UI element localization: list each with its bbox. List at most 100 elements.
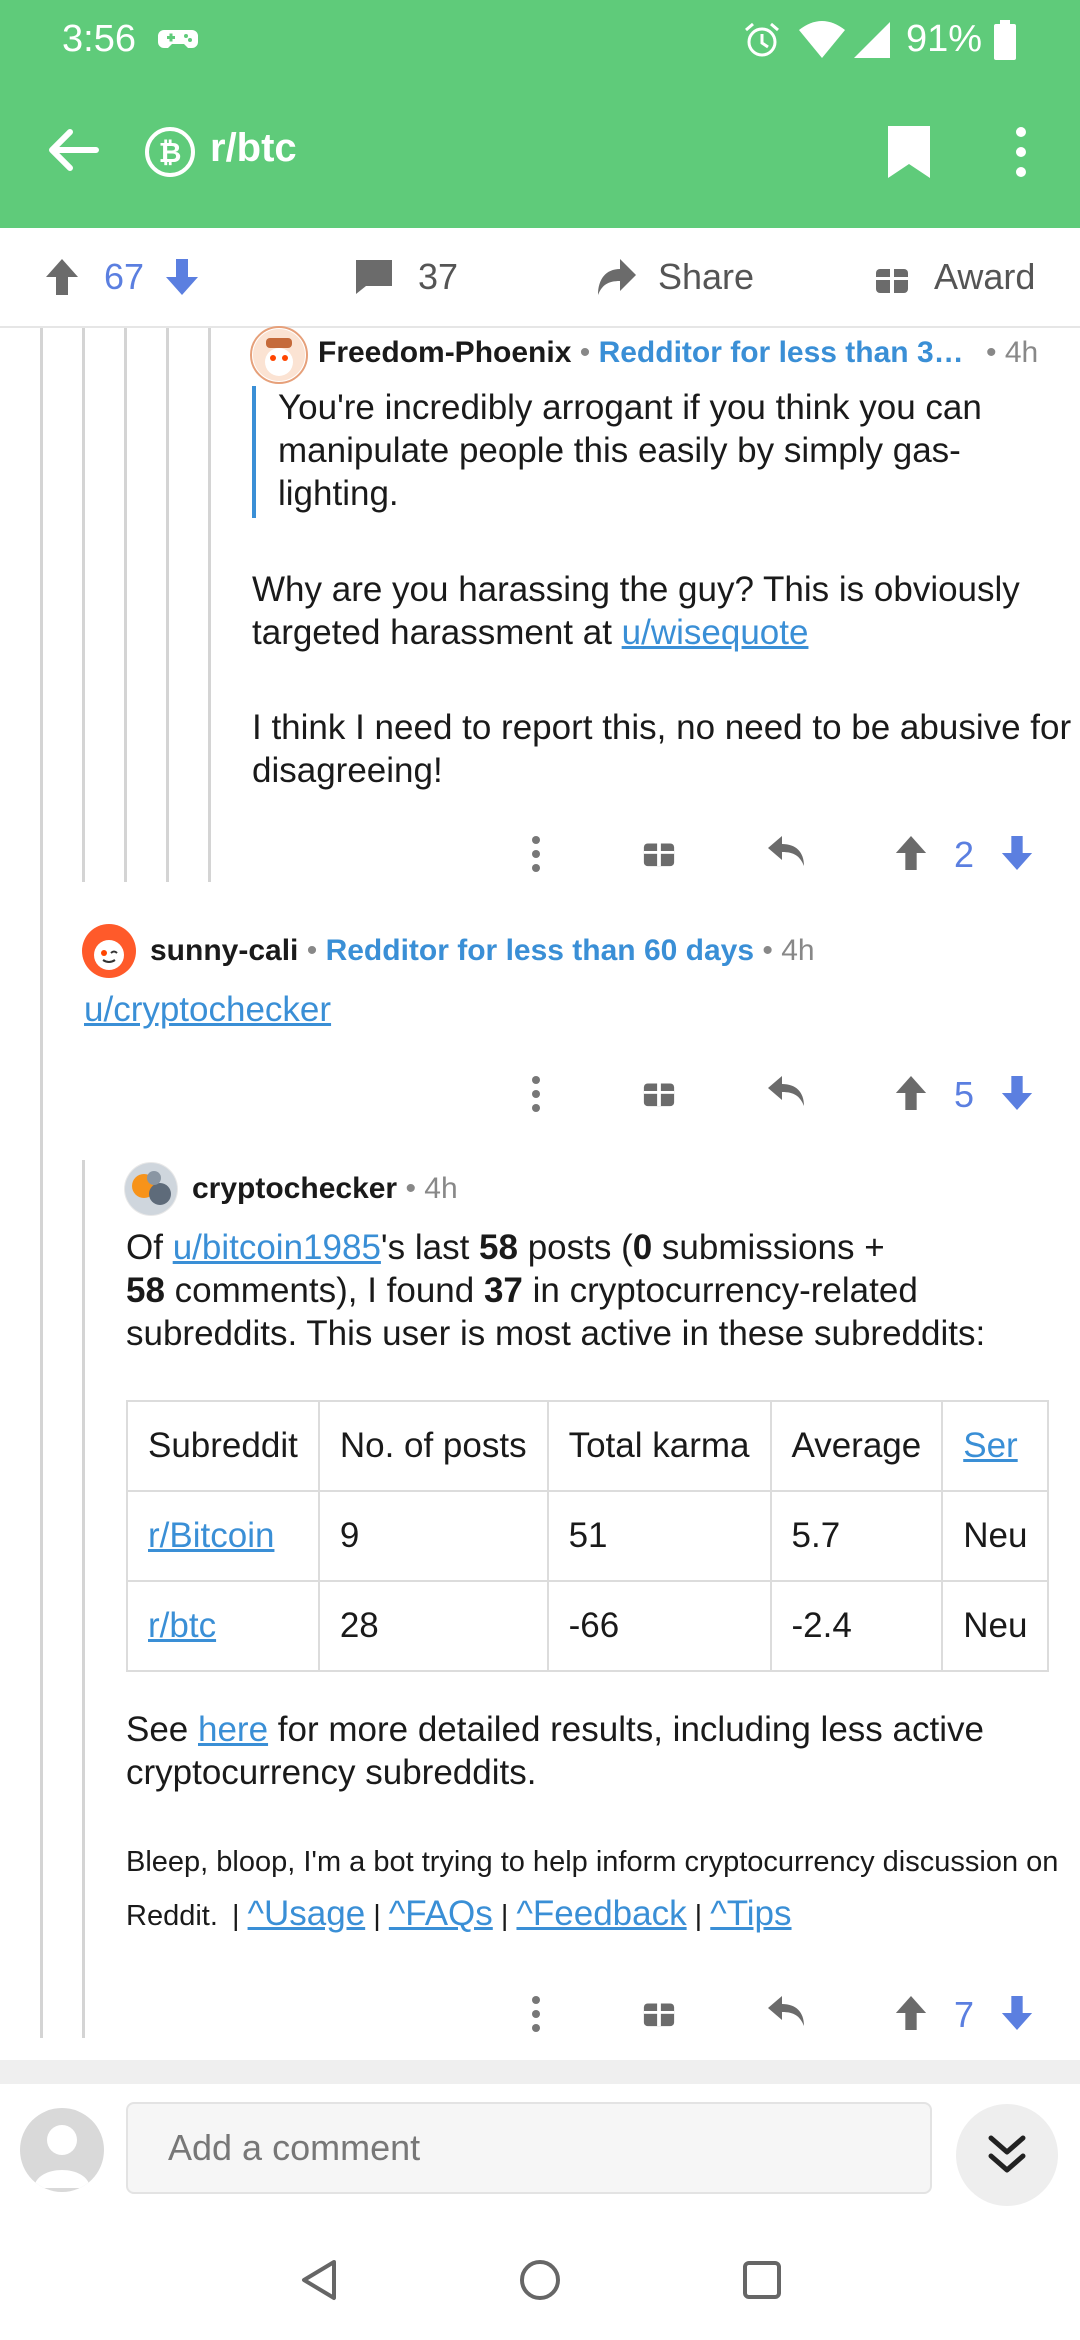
comment-actions: 7 [520,1984,1040,2044]
details-link[interactable]: here [198,1710,268,1749]
table-header-link[interactable]: Ser [963,1426,1017,1465]
upvote-icon[interactable] [894,834,928,872]
comment-bubble-icon [356,260,392,294]
subreddit-link[interactable]: r/Bitcoin [148,1516,274,1555]
bookmark-icon[interactable] [884,124,934,180]
gift-icon[interactable] [642,1074,676,1108]
faqs-link[interactable]: ^FAQs [389,1894,493,1933]
comment-actions: 2 [520,824,1040,884]
comment-actions: 5 [520,1064,1040,1124]
upvote-icon[interactable] [44,257,80,297]
comment-paragraph: Why are you harassing the guy? This is o… [252,570,1020,652]
user-mention-link[interactable]: u/cryptochecker [84,990,331,1029]
comment-author[interactable]: sunny-cali [150,934,298,967]
more-options-icon[interactable] [530,1074,542,1114]
user-flair: Redditor for less than 3… [598,336,964,369]
user-flair: Redditor for less than 60 days [325,934,755,967]
comment-score: 5 [954,1074,975,1115]
table-cell: 51 [546,1490,772,1582]
post-score: 67 [104,256,145,297]
thread-rail[interactable] [82,328,85,882]
tips-link[interactable]: ^Tips [710,1894,791,1933]
divider [0,2060,1080,2084]
table-header-row: Subreddit No. of posts Total karma Avera… [126,1400,1050,1492]
share-button[interactable]: Share [596,248,754,306]
game-controller-icon [158,30,198,48]
upvote-icon[interactable] [894,1074,928,1112]
award-button[interactable]: Award [874,248,1035,306]
avatar[interactable] [20,2108,104,2192]
more-options-icon[interactable] [530,1994,542,2034]
downvote-icon[interactable] [1000,1074,1034,1112]
home-nav-icon[interactable] [518,2258,562,2302]
comment-input[interactable]: Add a comment [126,2102,932,2194]
table-cell: 28 [317,1580,549,1672]
table-header: Subreddit [126,1400,320,1492]
table-cell: Neu [941,1580,1050,1672]
battery-icon [994,20,1016,60]
cell-signal-icon [854,22,890,58]
comments-count-button[interactable]: 37 [354,248,458,306]
thread-rail[interactable] [40,328,43,2038]
subreddit-link[interactable]: r/btc [148,1606,216,1645]
comment-score: 2 [954,834,975,875]
comment-age: • 4h [985,336,1039,369]
avatar[interactable] [250,326,308,384]
bitcoin-subreddit-icon: ₿ [145,127,195,177]
status-bar: 3:56 91% [0,0,1080,80]
subreddit-stats-table[interactable]: Subreddit No. of posts Total karma Avera… [126,1400,1060,1682]
post-action-bar: 67 37 Share Award [0,228,1080,328]
downvote-icon[interactable] [164,257,200,297]
comment-meta: Freedom-Phoenix • Redditor for less than… [318,336,1039,369]
subreddit-title[interactable]: r/btc [210,126,297,171]
thread-rail[interactable] [208,328,211,882]
comment-paragraph: Of u/bitcoin1985's last 58 posts (0 subm… [126,1228,986,1353]
user-mention-link[interactable]: u/wisequote [622,613,809,652]
recents-nav-icon[interactable] [742,2260,782,2300]
table-header: No. of posts [317,1400,549,1492]
comment-paragraph: See here for more detailed results, incl… [126,1710,984,1792]
reply-icon[interactable] [766,1994,806,2028]
table-header: Total karma [546,1400,772,1492]
downvote-icon[interactable] [1000,1994,1034,2032]
back-nav-icon[interactable] [298,2258,338,2302]
usage-link[interactable]: ^Usage [248,1894,366,1933]
more-options-icon[interactable] [530,834,542,874]
reply-icon[interactable] [766,1074,806,1108]
reply-icon[interactable] [766,834,806,868]
back-arrow-icon[interactable] [44,122,100,178]
comments-count: 37 [418,256,459,297]
post-vote-group: 67 [44,248,200,306]
blockquote: You're incredibly arrogant if you think … [252,386,1038,518]
more-options-icon[interactable] [1008,124,1034,180]
gift-icon[interactable] [642,1994,676,2028]
comment-age: • 4h [405,1172,458,1205]
stats-table: Subreddit No. of posts Total karma Avera… [126,1400,1050,1672]
avatar[interactable] [124,1162,178,1216]
status-time: 3:56 [62,18,136,60]
thread-rail[interactable] [82,1160,85,2038]
table-header: Average [769,1400,944,1492]
table-row: r/Bitcoin 9 51 5.7 Neu [126,1490,1050,1582]
user-mention-link[interactable]: u/bitcoin1985 [173,1228,381,1267]
jump-down-button[interactable] [956,2104,1058,2206]
feedback-link[interactable]: ^Feedback [516,1894,686,1933]
comment-age: • 4h [762,934,815,967]
avatar[interactable] [82,924,136,978]
comment-paragraph: I think I need to report this, no need t… [252,708,1072,790]
downvote-icon[interactable] [1000,834,1034,872]
gift-icon[interactable] [642,834,676,868]
comment-author[interactable]: cryptochecker [192,1172,397,1205]
award-label: Award [934,256,1036,297]
table-cell: -2.4 [769,1580,944,1672]
chevron-double-down-icon [988,2135,1026,2173]
comment-paragraph: u/cryptochecker [84,988,331,1031]
comment-score: 7 [954,1994,975,2035]
thread-rail[interactable] [166,328,169,882]
upvote-icon[interactable] [894,1994,928,2032]
comment-author[interactable]: Freedom-Phoenix [318,336,571,369]
thread-rail[interactable] [124,328,127,882]
table-row: r/btc 28 -66 -2.4 Neu [126,1580,1050,1672]
bot-footer: Bleep, bloop, I'm a bot trying to help i… [126,1846,1059,1933]
svg-text:₿: ₿ [159,137,182,168]
